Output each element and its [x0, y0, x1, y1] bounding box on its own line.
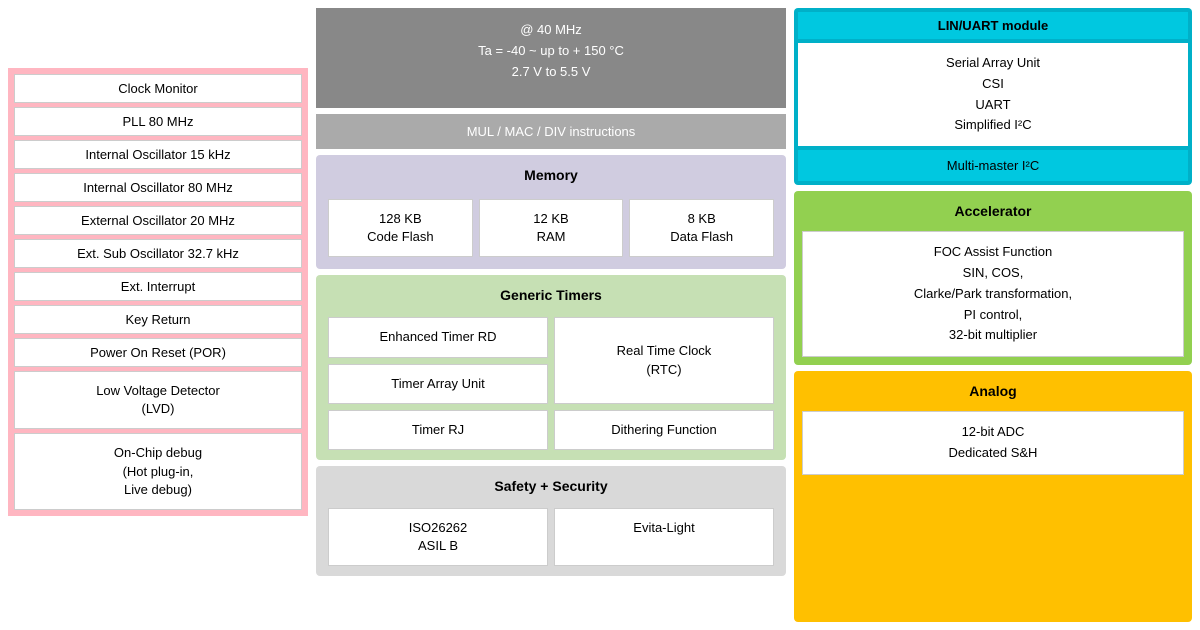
key-return-item: Key Return	[14, 305, 302, 334]
freq-line2: Ta = -40 ~ up to + 150 °C	[478, 43, 624, 58]
foc-assist-text: FOC Assist Function	[934, 244, 1052, 259]
multi-master-i2c: Multi-master I²C	[798, 150, 1188, 181]
safety-header: Safety + Security	[320, 470, 782, 502]
code-flash-size: 128 KB	[379, 211, 422, 226]
power-on-reset-item: Power On Reset (POR)	[14, 338, 302, 367]
enhanced-timer-rd-cell: Enhanced Timer RD	[328, 317, 548, 357]
main-container: Clock Monitor PLL 80 MHz Internal Oscill…	[0, 0, 1200, 630]
freq-line3: 2.7 V to 5.5 V	[512, 64, 591, 79]
simplified-i2c-text: Simplified I²C	[954, 117, 1031, 132]
on-chip-debug-item: On-Chip debug(Hot plug-in,Live debug)	[14, 433, 302, 510]
timers-header: Generic Timers	[320, 279, 782, 311]
timer-array-unit-cell: Timer Array Unit	[328, 364, 548, 404]
communications-section: LIN/UART module Serial Array Unit CSI UA…	[794, 8, 1192, 185]
serial-array-unit-text: Serial Array Unit	[946, 55, 1040, 70]
iso26262-text: ISO26262	[409, 520, 468, 535]
code-flash-cell: 128 KB Code Flash	[328, 199, 473, 257]
clarke-park-text: Clarke/Park transformation,	[914, 286, 1072, 301]
clock-monitor-item: Clock Monitor	[14, 74, 302, 103]
data-flash-label: Data Flash	[670, 229, 733, 244]
data-flash-size: 8 KB	[688, 211, 716, 226]
memory-header: Memory	[320, 159, 782, 191]
csi-text: CSI	[982, 76, 1004, 91]
evita-light-cell: Evita-Light	[554, 508, 774, 566]
analog-section: Analog 12-bit ADC Dedicated S&H	[794, 371, 1192, 622]
middle-column: @ 40 MHz Ta = -40 ~ up to + 150 °C 2.7 V…	[316, 8, 786, 622]
rtc-cell: Real Time Clock(RTC)	[554, 317, 774, 403]
memory-cells-container: 128 KB Code Flash 12 KB RAM 8 KB Data Fl…	[320, 191, 782, 265]
data-flash-cell: 8 KB Data Flash	[629, 199, 774, 257]
sh-text: Dedicated S&H	[949, 445, 1038, 460]
left-pink-section: Clock Monitor PLL 80 MHz Internal Oscill…	[8, 68, 308, 516]
ext-osc-20m-item: External Oscillator 20 MHz	[14, 206, 302, 235]
ext-interrupt-item: Ext. Interrupt	[14, 272, 302, 301]
multiplier-text: 32-bit multiplier	[949, 327, 1037, 342]
adc-text: 12-bit ADC	[962, 424, 1025, 439]
pi-control-text: PI control,	[964, 307, 1023, 322]
int-osc-15k-item: Internal Oscillator 15 kHz	[14, 140, 302, 169]
left-column: Clock Monitor PLL 80 MHz Internal Oscill…	[8, 8, 308, 622]
timers-grid: Enhanced Timer RD Real Time Clock(RTC) T…	[320, 311, 782, 456]
lin-uart-header: LIN/UART module	[798, 12, 1188, 39]
uart-text: UART	[975, 97, 1010, 112]
sin-cos-text: SIN, COS,	[963, 265, 1024, 280]
int-osc-80m-item: Internal Oscillator 80 MHz	[14, 173, 302, 202]
memory-section: Memory 128 KB Code Flash 12 KB RAM 8 KB …	[316, 155, 786, 269]
ext-sub-osc-item: Ext. Sub Oscillator 32.7 kHz	[14, 239, 302, 268]
accelerator-header: Accelerator	[798, 195, 1188, 227]
safety-cells-container: ISO26262 ASIL B Evita-Light	[320, 502, 782, 572]
frequency-info-box: @ 40 MHz Ta = -40 ~ up to + 150 °C 2.7 V…	[316, 8, 786, 108]
analog-content: 12-bit ADC Dedicated S&H	[802, 411, 1184, 475]
ram-cell: 12 KB RAM	[479, 199, 624, 257]
iso26262-cell: ISO26262 ASIL B	[328, 508, 548, 566]
code-flash-label: Code Flash	[367, 229, 433, 244]
analog-header: Analog	[798, 375, 1188, 407]
pll-item: PLL 80 MHz	[14, 107, 302, 136]
asil-b-text: ASIL B	[418, 538, 458, 553]
ram-label: RAM	[537, 229, 566, 244]
mul-mac-div-text: MUL / MAC / DIV instructions	[467, 124, 636, 139]
freq-line1: @ 40 MHz	[520, 22, 582, 37]
serial-array-content: Serial Array Unit CSI UART Simplified I²…	[798, 43, 1188, 146]
safety-section: Safety + Security ISO26262 ASIL B Evita-…	[316, 466, 786, 576]
dithering-function-cell: Dithering Function	[554, 410, 774, 450]
mul-mac-div-box: MUL / MAC / DIV instructions	[316, 114, 786, 149]
lvd-item: Low Voltage Detector(LVD)	[14, 371, 302, 429]
evita-light-text: Evita-Light	[633, 520, 694, 535]
accelerator-section: Accelerator FOC Assist Function SIN, COS…	[794, 191, 1192, 365]
timer-rj-cell: Timer RJ	[328, 410, 548, 450]
ram-size: 12 KB	[533, 211, 568, 226]
accelerator-content: FOC Assist Function SIN, COS, Clarke/Par…	[802, 231, 1184, 357]
right-column: LIN/UART module Serial Array Unit CSI UA…	[794, 8, 1192, 622]
timers-section: Generic Timers Enhanced Timer RD Real Ti…	[316, 275, 786, 460]
